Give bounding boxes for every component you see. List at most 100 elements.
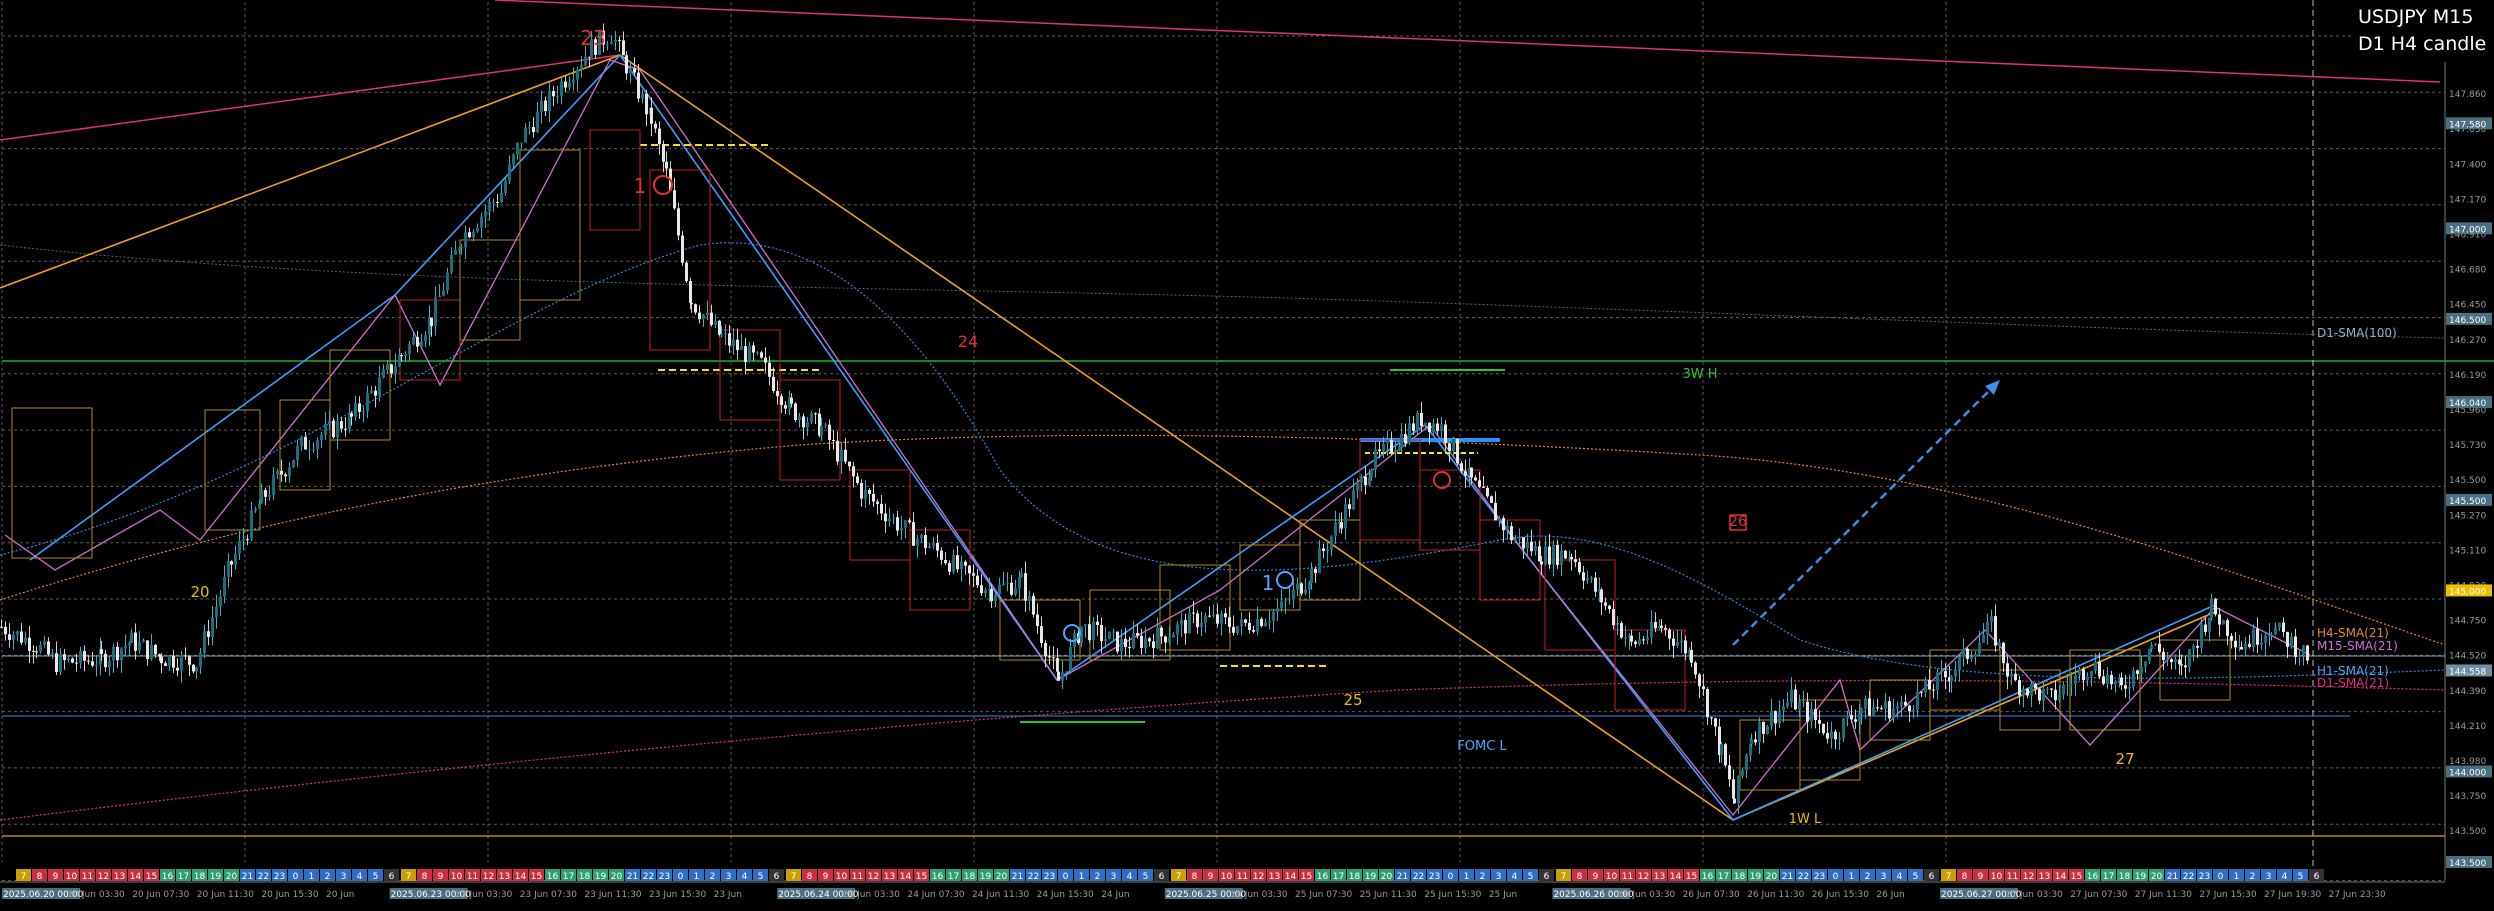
candle-body [552,90,555,97]
candle-body [892,517,895,519]
candle-body [1420,413,1423,426]
candle-body [968,565,971,574]
candle-body [1160,627,1163,637]
candle-body [1920,691,1923,693]
candle-body [1510,526,1513,541]
candle-body [1802,701,1805,703]
candle-body [1448,443,1451,452]
time-axis-label: 20 Jun 15:30 [261,890,318,900]
candle-body [1806,701,1809,722]
chart-plot[interactable]: 148.082147.860147.630147.400147.170146.9… [0,0,2494,907]
hour-cell-label: 13 [114,872,125,882]
candle-body [1668,629,1671,639]
candle-body [732,339,735,346]
candle-body [1998,642,2001,646]
candle-body [150,644,153,659]
candle-body [1810,709,1813,722]
candle-body [67,658,70,660]
candle-body [1766,726,1769,734]
candle-body [790,397,793,404]
candle-body [629,68,632,74]
hour-cell-label: 11 [2007,872,2018,882]
candle-body [1236,626,1239,633]
candle-body [1880,708,1883,710]
hour-cell-label: 17 [2103,872,2114,882]
candle-body [665,161,668,169]
candle-body [1224,613,1227,618]
hour-cell-label: 19 [595,872,607,882]
hour-cell-label: 1 [694,872,700,882]
candle-body [2140,666,2143,674]
candle-body [219,596,222,607]
candle-body [124,645,127,649]
candle-body [1408,423,1411,444]
candle-body [8,634,11,640]
candle-body [760,352,763,358]
candle-body [358,403,361,412]
candle-body [138,641,141,651]
candle-body [500,192,503,202]
time-axis-label: 25 Jun [1489,890,1517,900]
candle-body [1690,649,1693,663]
hour-cell-label: 14 [515,872,527,882]
candle-body [2214,598,2217,615]
candle-body [446,272,449,291]
hour-cell-label: 4 [357,872,363,882]
candle-body [512,154,515,165]
candle-body [268,494,271,497]
candle-body [450,254,453,273]
candle-body [51,653,54,655]
candle-body [0,626,3,628]
candle-body [484,211,487,217]
hour-cell-label: 10 [1606,872,1618,882]
hour-cell-label: 11 [467,872,478,882]
candle-body [199,652,202,668]
candle-body [1220,613,1223,624]
candle-body [2166,659,2169,661]
hour-cell-label: 9 [1593,872,1599,882]
candle-body [1962,648,1965,657]
hour-cell-label: 12 [868,872,879,882]
candle-body [1228,617,1231,627]
hour-cell-label: 10 [836,872,848,882]
candle-body [1460,463,1463,472]
candle-body [896,517,899,531]
candle-body [1498,518,1501,521]
time-axis-label: 25 Jun 07:30 [1295,890,1352,900]
price-tick-label: 146.190 [2449,371,2486,381]
candle-body [1838,737,1841,740]
h4-candle-box [519,149,581,301]
hour-cell-label: 4 [1897,872,1903,882]
candle-body [340,421,343,429]
hour-cell-label: 13 [499,872,510,882]
hour-cell-label: 22 [2183,872,2194,882]
candle-body [536,111,539,132]
candle-body [2252,628,2255,648]
hour-cell-label: 6 [1929,872,1935,882]
candle-body [1100,624,1103,642]
candle-body [1010,582,1013,595]
candle-body [810,413,813,423]
candle-body [1360,476,1363,483]
time-axis-label: 26 Jun [1876,890,1904,900]
price-tag-label: 143.500 [2449,859,2486,869]
candle-body [454,249,457,255]
price-tick-label: 146.270 [2449,336,2486,346]
candle-body [207,631,210,637]
hour-cell-label: 10 [66,872,78,882]
candle-body [83,651,86,661]
hour-cell-label: 7 [791,872,797,882]
candle-body [2154,643,2157,645]
annotation-label: 24 [958,332,978,351]
hour-cell-label: 19 [2135,872,2147,882]
price-tag-label: 146.500 [2449,316,2486,326]
candle-body [706,312,709,315]
candle-body [238,540,241,554]
candle-body [75,662,78,664]
hour-cell-label: 20 [996,872,1008,882]
candle-body [1192,612,1195,614]
price-tag-label: 144.558 [2449,667,2486,677]
candle-body [744,346,747,363]
candle-body [560,81,563,97]
candle-body [1754,739,1757,743]
